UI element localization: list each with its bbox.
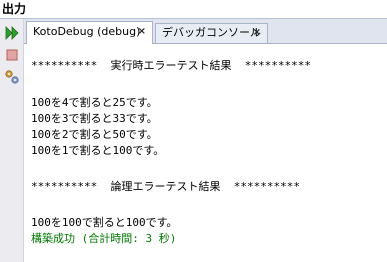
close-icon[interactable]: × bbox=[253, 24, 261, 42]
rerun-icon[interactable] bbox=[4, 25, 20, 41]
output-line: 100を100で割ると100です。 bbox=[31, 216, 178, 229]
output-line: ********** 論理エラーテスト結果 ********** bbox=[31, 180, 300, 193]
stop-icon[interactable] bbox=[4, 47, 20, 63]
output-line: 100を2で割ると50です。 bbox=[31, 128, 158, 141]
tab-debugger-console[interactable]: デバッガコンソール × bbox=[155, 23, 268, 43]
close-icon[interactable]: × bbox=[138, 22, 146, 42]
tab-label: KotoDebug (debug) bbox=[33, 25, 141, 38]
output-line: 100を3で割ると33です。 bbox=[31, 112, 158, 125]
settings-icon[interactable] bbox=[4, 69, 20, 85]
output-line: 100を4で割ると25です。 bbox=[31, 96, 158, 109]
output-tab-strip: KotoDebug (debug) × デバッガコンソール × bbox=[24, 19, 387, 44]
output-console[interactable]: ********** 実行時エラーテスト結果 ********** 100を4で… bbox=[24, 44, 387, 262]
output-line: 100を1で割ると100です。 bbox=[31, 144, 165, 157]
output-window-titlebar: 出力 bbox=[0, 0, 387, 19]
tab-kotodebug[interactable]: KotoDebug (debug) × bbox=[26, 21, 153, 44]
output-toolbar bbox=[0, 19, 24, 262]
output-line: ********** 実行時エラーテスト結果 ********** bbox=[31, 59, 311, 72]
window-title: 出力 bbox=[2, 2, 27, 16]
build-success-line: 構築成功 (合計時間: 3 秒) bbox=[31, 232, 177, 245]
tab-label: デバッガコンソール bbox=[162, 26, 261, 39]
